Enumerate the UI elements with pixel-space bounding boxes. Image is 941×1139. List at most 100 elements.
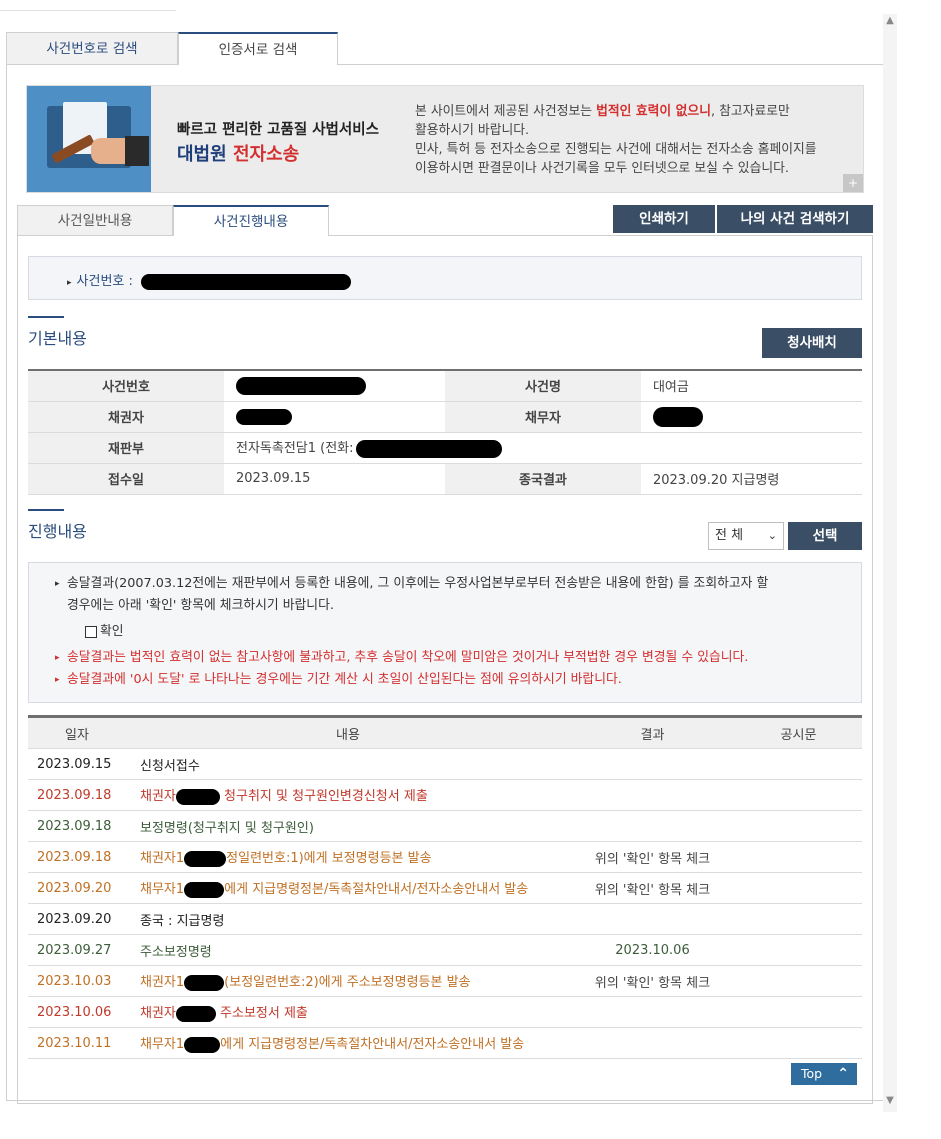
table-row: 2023.10.11 채무자1 에게 지급명령정본/독촉절차안내서/전자소송안내서 … <box>28 1027 862 1059</box>
row-content: 채권자 청구취지 및 청구원인변경신청서 제출 <box>126 779 570 811</box>
row-content: 채권자1 (보정일련번호:2)에게 주소보정명령등본 발송 <box>126 965 570 997</box>
row-result <box>570 748 735 780</box>
redacted-name <box>184 881 225 898</box>
case-number-label: 사건번호 : <box>76 274 133 289</box>
bullet-icon: ▸ <box>55 579 60 589</box>
progress-filter-select[interactable]: 전 체 ⌄ <box>708 522 784 550</box>
row-date: 2023.09.20 <box>28 872 126 904</box>
row-date: 2023.10.06 <box>28 996 126 1028</box>
scroll-up-icon[interactable]: ▲ <box>884 14 896 28</box>
row-notice <box>735 810 862 842</box>
bullet-icon: ▸ <box>55 653 60 663</box>
redacted-value <box>355 439 502 458</box>
bullet-icon: ▸ <box>67 278 72 288</box>
banner-title: 빠르고 편리한 고품질 사법서비스 <box>177 122 379 138</box>
row-notice <box>735 1027 862 1059</box>
e-court-banner[interactable]: 빠르고 편리한 고품질 사법서비스 대법원 전자소송 본 사이트에서 제공된 사… <box>26 85 864 193</box>
table-row: 2023.09.20 종국 : 지급명령 <box>28 903 862 935</box>
plus-icon[interactable]: + <box>843 174 863 192</box>
row-content: 채무자1 에게 지급명령정본/독촉절차안내서/전자소송안내서 발송 <box>126 872 570 904</box>
redacted-name <box>184 974 225 991</box>
row-date: 2023.10.03 <box>28 965 126 997</box>
chevron-up-icon: ⌃ <box>837 1066 849 1082</box>
confirm-checkbox[interactable]: 확인 <box>85 621 124 643</box>
print-button[interactable]: 인쇄하기 <box>613 205 715 233</box>
row-notice <box>735 903 862 935</box>
top-divider <box>0 10 176 11</box>
row-notice <box>735 965 862 997</box>
redacted-name <box>175 1005 216 1022</box>
table-row: 2023.09.18 채권자1 정일련번호:1)에게 보정명령등본 발송 위의 '확인… <box>28 841 862 873</box>
row-result: 2023.10.06 <box>570 934 735 966</box>
row-content: 채권자 주소보정서 제출 <box>126 996 570 1028</box>
scroll-top-button[interactable]: Top ⌃ <box>791 1063 857 1085</box>
row-date: 2023.09.20 <box>28 903 126 935</box>
row-date: 2023.09.27 <box>28 934 126 966</box>
row-date: 2023.09.15 <box>28 748 126 780</box>
redacted-value <box>235 376 366 395</box>
progress-table: 일자 내용 결과 공시문 2023.09.15 신청서접수 2023.09.18 채권… <box>28 715 862 1059</box>
row-date: 2023.10.11 <box>28 1027 126 1059</box>
redacted-value <box>235 408 292 425</box>
court-layout-button[interactable]: 청사배치 <box>762 328 862 358</box>
table-row: 2023.09.18 보정명령(청구취지 및 청구원인) <box>28 810 862 842</box>
table-row: 2023.09.20 채무자1 에게 지급명령정본/독촉절차안내서/전자소송안내서 … <box>28 872 862 904</box>
checkbox-icon[interactable] <box>85 626 97 638</box>
row-content: 신청서접수 <box>126 748 570 780</box>
tab-case-number-search[interactable]: 사건번호로 검색 <box>6 32 178 65</box>
table-row: 2023.09.15 신청서접수 <box>28 748 862 780</box>
row-result: 위의 '확인' 항목 체크 <box>570 841 735 873</box>
tab-case-progress[interactable]: 사건진행내용 <box>173 205 329 236</box>
row-content: 채무자1 에게 지급명령정본/독촉절차안내서/전자소송안내서 발송 <box>126 1027 570 1059</box>
row-result <box>570 996 735 1028</box>
row-notice <box>735 934 862 966</box>
row-notice <box>735 996 862 1028</box>
banner-notice: 본 사이트에서 제공된 사건정보는 법적인 효력이 없으니, 참고자료로만 활용… <box>415 104 817 176</box>
row-content: 종국 : 지급명령 <box>126 903 570 935</box>
basic-info-table: 사건번호 사건명 대여금 채권자 채무자 재판부 전자독촉전담1 (전화: 접수… <box>28 369 862 495</box>
court-gavel-illustration <box>27 86 151 192</box>
search-mode-tabs: 사건번호로 검색 인증서로 검색 <box>6 32 338 65</box>
redacted-name <box>184 850 227 867</box>
case-detail-tabs: 사건일반내용 사건진행내용 <box>17 205 329 236</box>
section-rule <box>28 316 64 318</box>
table-row: 2023.09.27 주소보정명령 2023.10.06 <box>28 934 862 966</box>
delivery-notice-box: ▸ 송달결과(2007.03.12전에는 재판부에서 등록한 내용에, 그 이후에… <box>28 562 862 703</box>
table-row: 2023.09.18 채권자 청구취지 및 청구원인변경신청서 제출 <box>28 779 862 811</box>
scrollbar-track[interactable] <box>883 14 897 1112</box>
row-result <box>570 1027 735 1059</box>
bullet-icon: ▸ <box>55 675 60 685</box>
row-date: 2023.09.18 <box>28 841 126 873</box>
row-result <box>570 779 735 811</box>
section-rule <box>28 509 64 511</box>
row-content: 주소보정명령 <box>126 934 570 966</box>
table-row: 2023.10.06 채권자 주소보정서 제출 <box>28 996 862 1028</box>
row-notice <box>735 779 862 811</box>
tab-case-general[interactable]: 사건일반내용 <box>17 205 173 236</box>
row-result <box>570 903 735 935</box>
row-date: 2023.09.18 <box>28 779 126 811</box>
table-row: 사건번호 사건명 대여금 <box>28 370 862 402</box>
select-button[interactable]: 선택 <box>788 522 862 550</box>
my-case-search-button[interactable]: 나의 사건 검색하기 <box>717 205 873 233</box>
table-row: 재판부 전자독촉전담1 (전화: <box>28 432 862 464</box>
row-content: 채권자1 정일련번호:1)에게 보정명령등본 발송 <box>126 841 570 873</box>
progress-heading: 진행내용 <box>28 522 87 541</box>
tab-certificate-search[interactable]: 인증서로 검색 <box>178 32 338 65</box>
basic-info-heading: 기본내용 <box>28 329 87 348</box>
table-header-row: 일자 내용 결과 공시문 <box>28 716 862 749</box>
row-result: 위의 '확인' 항목 체크 <box>570 872 735 904</box>
row-date: 2023.09.18 <box>28 810 126 842</box>
row-notice <box>735 841 862 873</box>
row-result: 위의 '확인' 항목 체크 <box>570 965 735 997</box>
row-notice <box>735 872 862 904</box>
table-row: 채권자 채무자 <box>28 401 862 433</box>
table-row: 2023.10.03 채권자1 (보정일련번호:2)에게 주소보정명령등본 발송 위의… <box>28 965 862 997</box>
banner-subtitle: 대법원 전자소송 <box>177 144 300 165</box>
row-result <box>570 810 735 842</box>
chevron-down-icon: ⌄ <box>767 529 777 542</box>
redacted-value <box>652 406 703 427</box>
case-number-box: ▸ 사건번호 : <box>28 256 862 300</box>
row-content: 보정명령(청구취지 및 청구원인) <box>126 810 570 842</box>
scroll-down-icon[interactable]: ▼ <box>884 1094 896 1108</box>
